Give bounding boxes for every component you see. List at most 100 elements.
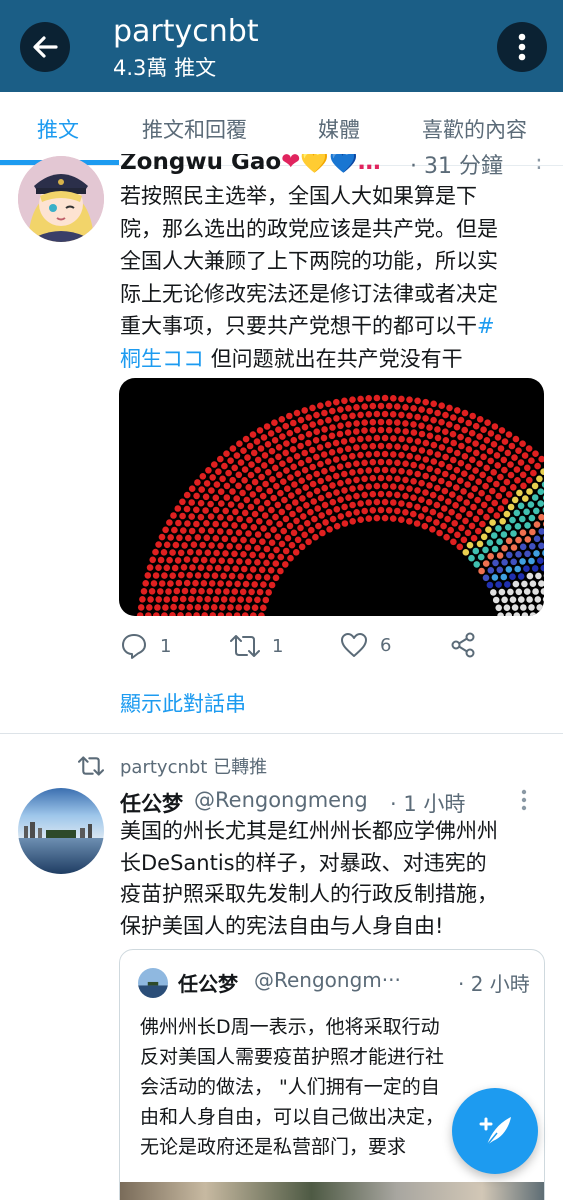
seat-dot	[507, 588, 514, 596]
seat-dot	[537, 557, 544, 564]
author-name[interactable]: 任公梦	[120, 788, 183, 818]
tweet-text: 若按照民主选举，全国人大如果算是下 院，那么选出的政党应该是共产党。但是 全国人…	[120, 184, 498, 371]
tab-tweets-and-replies[interactable]: 推文和回覆	[142, 114, 247, 144]
seat-dot	[369, 458, 377, 466]
seat-dot	[324, 458, 332, 465]
seat-dot	[147, 596, 154, 603]
seat-dot	[240, 447, 247, 454]
seat-dot	[260, 581, 267, 588]
compose-tweet-button[interactable]	[452, 1088, 538, 1174]
tab-likes[interactable]: 喜歡的內容	[422, 114, 527, 144]
quoted-author-handle: @Rengongm···	[254, 968, 401, 992]
seat-dot	[433, 501, 441, 509]
seat-dot	[279, 433, 286, 440]
seat-dot	[167, 580, 174, 587]
seat-dot	[523, 588, 531, 595]
seat-dot	[256, 518, 263, 525]
seat-dot	[418, 496, 425, 503]
seat-dot	[438, 477, 445, 485]
seat-dot	[504, 581, 511, 588]
seat-dot	[142, 580, 149, 587]
seat-dot	[402, 509, 409, 516]
seat-dot	[484, 419, 491, 426]
seat-dot	[509, 516, 516, 524]
seat-dot	[515, 588, 523, 596]
seat-dot	[137, 604, 145, 611]
seat-dot	[444, 515, 451, 523]
seat-dot	[537, 488, 544, 495]
seat-dot	[166, 519, 173, 526]
seat-dot	[333, 489, 340, 496]
seat-dot	[410, 405, 417, 412]
show-thread-link[interactable]: 顯示此對話串	[120, 688, 246, 718]
seat-dot	[193, 492, 200, 500]
seat-dot	[436, 529, 443, 537]
seat-dot	[528, 514, 536, 522]
seat-dot	[402, 460, 409, 467]
author-handle[interactable]: @Rengongmeng	[194, 788, 368, 812]
avatar[interactable]	[18, 156, 104, 242]
seat-dot	[426, 432, 434, 440]
seat-dot	[450, 538, 457, 546]
seat-dot	[365, 515, 373, 522]
seat-dot	[169, 612, 176, 616]
seat-dot	[251, 478, 259, 486]
retweet-button[interactable]: 1	[230, 632, 283, 660]
tweet-options-icon[interactable]: ⋮	[528, 154, 550, 173]
seat-dot	[418, 430, 426, 438]
tab-media[interactable]: 媒體	[318, 114, 360, 144]
seat-dot	[285, 503, 292, 511]
seat-dot	[534, 462, 541, 470]
seat-dot	[249, 566, 257, 573]
seat-dot	[288, 492, 295, 499]
seat-dot	[361, 459, 368, 467]
seat-dot	[434, 409, 441, 417]
seat-dot	[263, 545, 271, 553]
seat-dot	[317, 477, 324, 485]
seat-dot	[260, 525, 267, 532]
seat-dot	[282, 449, 289, 457]
seat-dot	[361, 443, 368, 450]
tab-tweets[interactable]: 推文	[37, 114, 79, 144]
quoted-tweet-image[interactable]	[120, 1182, 544, 1200]
seat-dot	[531, 482, 539, 490]
seat-dot	[429, 491, 437, 499]
parliament-chart-image[interactable]	[119, 378, 544, 616]
seat-dot	[460, 536, 468, 544]
seat-dot	[413, 520, 421, 527]
seat-dot	[221, 521, 229, 528]
seat-dot	[202, 604, 210, 611]
seat-dot	[459, 506, 467, 513]
retweeted-by-label[interactable]: partycnbt 已轉推	[120, 753, 267, 779]
seat-dot	[442, 470, 449, 478]
seat-dot	[254, 466, 261, 474]
reply-button[interactable]: 1	[120, 632, 171, 660]
seat-dot	[226, 543, 233, 550]
like-button[interactable]: 6	[340, 632, 391, 658]
seat-dot	[223, 482, 231, 490]
seat-dot	[175, 519, 182, 527]
seat-dot	[458, 524, 465, 532]
seat-dot	[443, 533, 450, 541]
seat-dot	[240, 523, 248, 530]
tweet-options-button[interactable]	[520, 788, 528, 816]
seat-dot	[533, 507, 540, 515]
seat-dot	[479, 444, 487, 451]
avatar[interactable]	[18, 788, 104, 874]
seat-dot	[495, 604, 503, 612]
seat-dot	[333, 398, 340, 406]
back-button[interactable]	[20, 22, 70, 72]
author-name[interactable]: Zongwu Gao❤💛💙…	[120, 154, 381, 175]
seat-dot	[329, 515, 337, 523]
seat-dot	[398, 500, 405, 507]
share-button[interactable]	[450, 632, 476, 658]
seat-dot	[154, 604, 161, 611]
seat-dot	[454, 449, 461, 457]
hashtag-link[interactable]: 桐生ココ	[120, 347, 204, 371]
seat-dot	[210, 604, 218, 611]
seat-dot	[197, 564, 205, 571]
more-options-button[interactable]	[497, 22, 547, 72]
seat-dot	[446, 446, 454, 454]
seat-dot	[483, 513, 490, 521]
seat-dot	[501, 596, 508, 604]
